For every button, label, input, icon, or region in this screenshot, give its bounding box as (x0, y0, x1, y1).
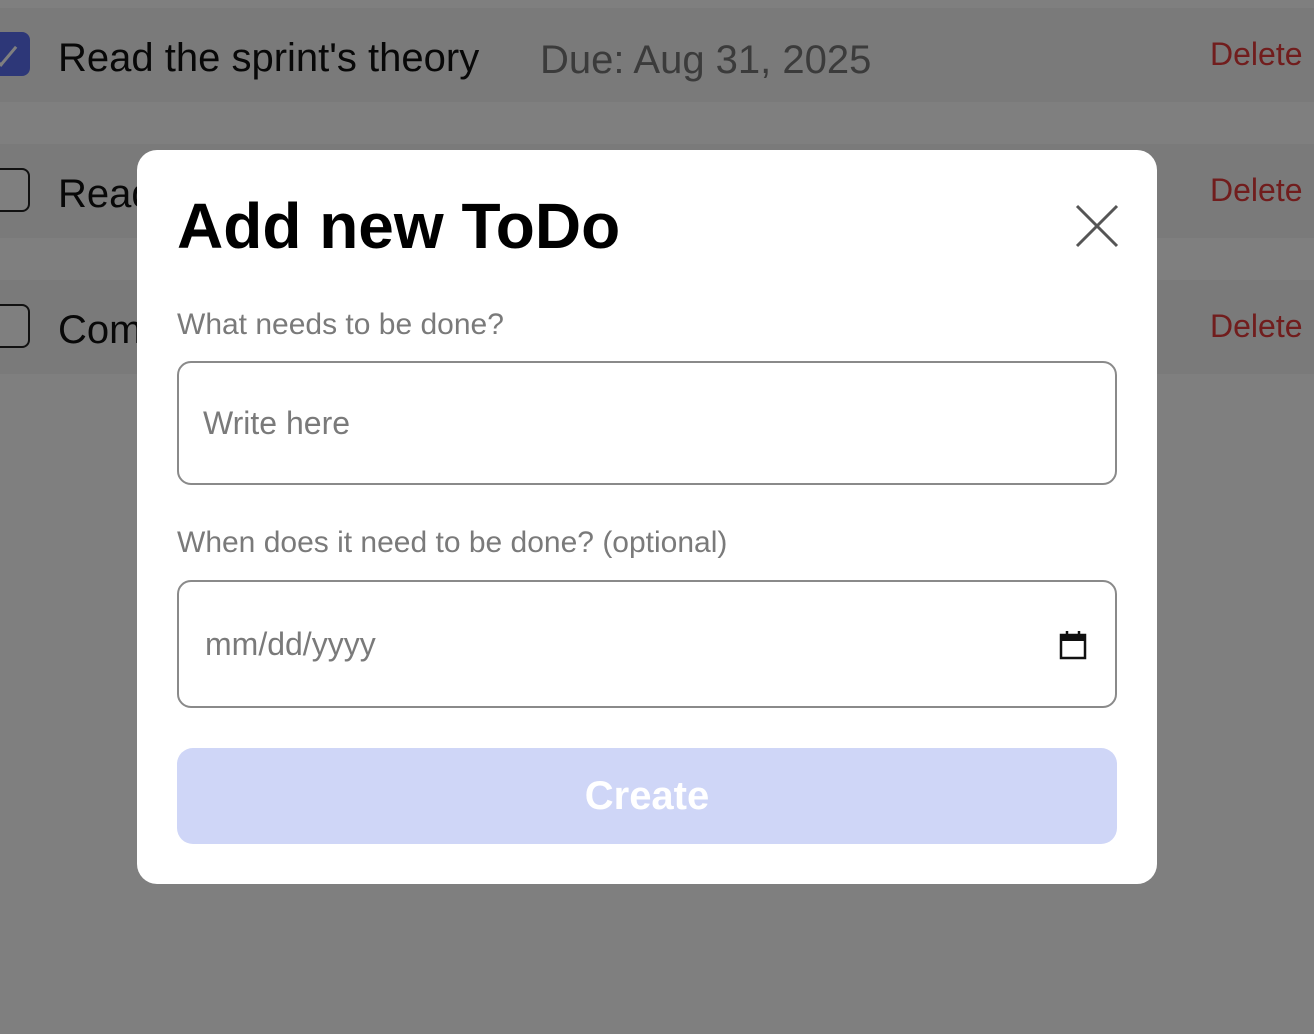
close-button[interactable] (1073, 202, 1121, 250)
task-input[interactable] (177, 361, 1117, 485)
add-todo-modal: Add new ToDo What needs to be done? When… (137, 150, 1157, 884)
close-icon (1075, 204, 1119, 248)
calendar-icon[interactable] (1059, 630, 1087, 660)
create-button[interactable]: Create (177, 748, 1117, 844)
task-label: What needs to be done? (177, 308, 504, 341)
date-input[interactable]: mm/dd/yyyy (177, 580, 1117, 708)
date-placeholder: mm/dd/yyyy (205, 626, 376, 662)
date-label: When does it need to be done? (optional) (177, 526, 728, 559)
modal-title: Add new ToDo (177, 190, 621, 262)
